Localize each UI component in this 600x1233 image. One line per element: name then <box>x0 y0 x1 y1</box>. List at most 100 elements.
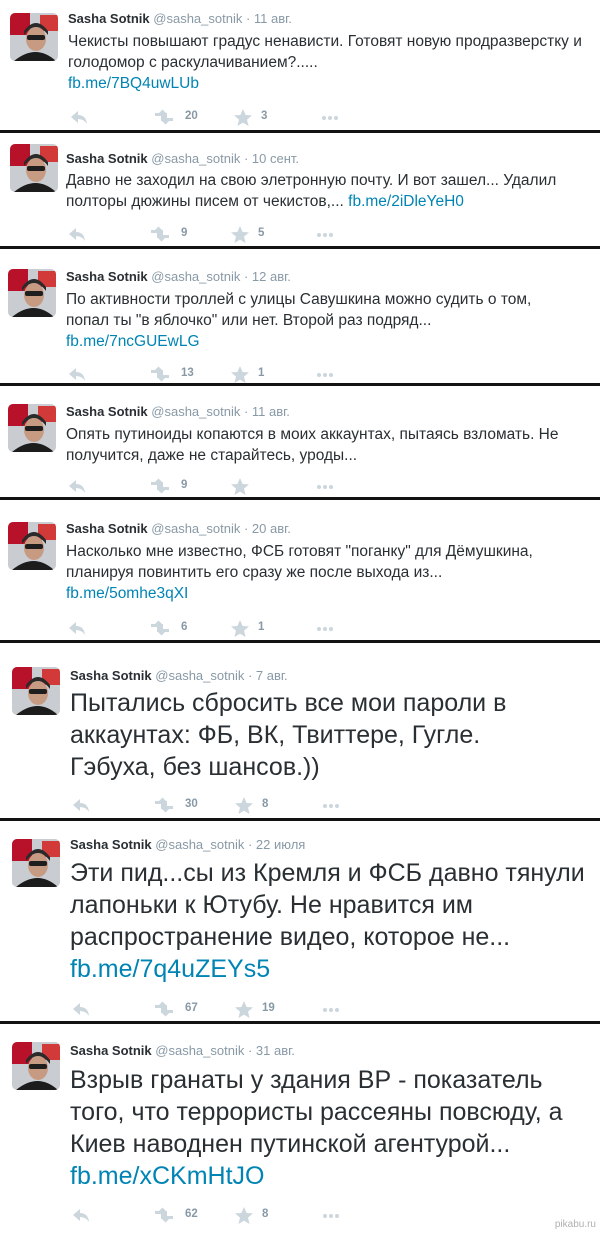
more-button[interactable] <box>316 620 334 638</box>
retweet-count: 30 <box>185 798 198 810</box>
more-button[interactable] <box>316 366 334 384</box>
author-handle[interactable]: @sasha_sotnik <box>151 521 240 536</box>
more-icon <box>322 116 338 120</box>
tweet-date[interactable]: 10 сент. <box>252 151 299 166</box>
favorite-button[interactable] <box>235 1207 253 1225</box>
reply-button[interactable] <box>68 620 86 638</box>
avatar[interactable] <box>12 839 60 887</box>
reply-icon <box>69 622 85 635</box>
favorite-button[interactable] <box>231 620 249 638</box>
star-icon <box>231 478 249 495</box>
tweet: Sasha Sotnik @sasha_sotnik · 7 авг. Пыта… <box>0 643 600 817</box>
reply-icon <box>73 1003 89 1016</box>
more-icon <box>317 627 333 631</box>
favorite-button[interactable] <box>235 1001 253 1019</box>
author-handle[interactable]: @sasha_sotnik <box>151 404 240 419</box>
more-button[interactable] <box>322 1001 340 1019</box>
more-icon <box>323 1214 339 1218</box>
author-handle[interactable]: @sasha_sotnik <box>155 837 244 852</box>
tweet-link[interactable]: fb.me/2iDleYeH0 <box>348 193 464 210</box>
retweet-button[interactable] <box>149 620 171 638</box>
tweet-actions: 67 19 <box>70 1001 370 1019</box>
author-name[interactable]: Sasha Sotnik <box>70 837 152 852</box>
reply-button[interactable] <box>68 366 86 384</box>
reply-button[interactable] <box>70 109 88 127</box>
more-button[interactable] <box>316 226 334 244</box>
watermark: pikabu.ru <box>554 1219 596 1230</box>
reply-button[interactable] <box>72 1207 90 1225</box>
retweet-button[interactable] <box>149 478 171 496</box>
retweet-button[interactable] <box>149 226 171 244</box>
tweet-link[interactable]: fb.me/7BQ4uwLUb <box>68 75 199 92</box>
more-icon <box>317 233 333 237</box>
tweet-header: Sasha Sotnik @sasha_sotnik · 20 авг. <box>66 521 291 536</box>
more-button[interactable] <box>321 109 339 127</box>
reply-icon <box>69 228 85 241</box>
avatar[interactable] <box>8 522 56 570</box>
tweet-link[interactable]: fb.me/5omhe3qXI <box>66 585 188 602</box>
more-icon <box>323 804 339 808</box>
more-icon <box>317 373 333 377</box>
tweet-text: По активности троллей с улицы Савушкина … <box>66 289 570 352</box>
author-handle[interactable]: @sasha_sotnik <box>155 668 244 683</box>
avatar[interactable] <box>8 269 56 317</box>
favorite-button[interactable] <box>235 797 253 815</box>
author-handle[interactable]: @sasha_sotnik <box>151 269 240 284</box>
retweet-button[interactable] <box>153 797 175 815</box>
author-handle[interactable]: @sasha_sotnik <box>155 1043 244 1058</box>
tweet-header: Sasha Sotnik @sasha_sotnik · 31 авг. <box>70 1043 295 1058</box>
tweet-link[interactable]: fb.me/7ncGUEwLG <box>66 333 200 350</box>
avatar[interactable] <box>10 13 58 61</box>
favorite-button[interactable] <box>231 366 249 384</box>
more-button[interactable] <box>322 797 340 815</box>
retweet-button[interactable] <box>153 1207 175 1225</box>
tweet-link[interactable]: fb.me/xCKmHtJO <box>70 1162 264 1190</box>
tweet-header: Sasha Sotnik @sasha_sotnik · 11 авг. <box>68 11 292 26</box>
tweet-date[interactable]: 22 июля <box>256 837 305 852</box>
favorite-button[interactable] <box>231 226 249 244</box>
author-name[interactable]: Sasha Sotnik <box>66 151 148 166</box>
tweet-body: Опять путиноиды копаются в моих аккаунта… <box>66 426 559 464</box>
tweet: Sasha Sotnik @sasha_sotnik · 20 авг. Нас… <box>0 500 600 639</box>
tweet-header: Sasha Sotnik @sasha_sotnik · 10 сент. <box>66 151 300 166</box>
avatar[interactable] <box>8 404 56 452</box>
reply-button[interactable] <box>72 1001 90 1019</box>
retweet-button[interactable] <box>153 109 175 127</box>
avatar-photo-icon <box>10 144 58 192</box>
author-name[interactable]: Sasha Sotnik <box>70 668 152 683</box>
tweet-date[interactable]: 11 авг. <box>254 11 292 26</box>
author-handle[interactable]: @sasha_sotnik <box>151 151 240 166</box>
retweet-button[interactable] <box>153 1001 175 1019</box>
reply-button[interactable] <box>68 226 86 244</box>
more-button[interactable] <box>316 478 334 496</box>
reply-button[interactable] <box>72 797 90 815</box>
avatar-photo-icon <box>12 667 60 715</box>
tweet-date[interactable]: 11 авг. <box>252 404 290 419</box>
tweet: Sasha Sotnik @sasha_sotnik · 11 авг. Опя… <box>0 386 600 496</box>
more-button[interactable] <box>322 1207 340 1225</box>
tweet-date[interactable]: 12 авг. <box>252 269 291 284</box>
favorite-button[interactable] <box>231 478 249 496</box>
reply-button[interactable] <box>68 478 86 496</box>
tweet-link[interactable]: fb.me/7q4uZEYs5 <box>70 955 270 983</box>
tweet-date[interactable]: 7 авг. <box>256 668 288 683</box>
retweet-button[interactable] <box>149 366 171 384</box>
favorite-count: 1 <box>258 367 265 379</box>
tweet-date[interactable]: 31 авг. <box>256 1043 295 1058</box>
author-name[interactable]: Sasha Sotnik <box>70 1043 152 1058</box>
author-name[interactable]: Sasha Sotnik <box>68 11 150 26</box>
avatar[interactable] <box>12 1042 60 1090</box>
favorite-count: 8 <box>262 1208 269 1220</box>
tweet-date[interactable]: 20 авг. <box>252 521 291 536</box>
author-name[interactable]: Sasha Sotnik <box>66 521 148 536</box>
author-handle[interactable]: @sasha_sotnik <box>153 11 242 26</box>
avatar[interactable] <box>12 667 60 715</box>
tweet-text: Чекисты повышают градус ненависти. Готов… <box>68 31 588 94</box>
star-icon <box>235 1207 253 1224</box>
avatar[interactable] <box>10 144 58 192</box>
author-name[interactable]: Sasha Sotnik <box>66 404 148 419</box>
favorite-button[interactable] <box>234 109 252 127</box>
author-name[interactable]: Sasha Sotnik <box>66 269 148 284</box>
tweet-actions: 62 8 <box>70 1207 370 1225</box>
tweet-text: Опять путиноиды копаются в моих аккаунта… <box>66 424 590 466</box>
